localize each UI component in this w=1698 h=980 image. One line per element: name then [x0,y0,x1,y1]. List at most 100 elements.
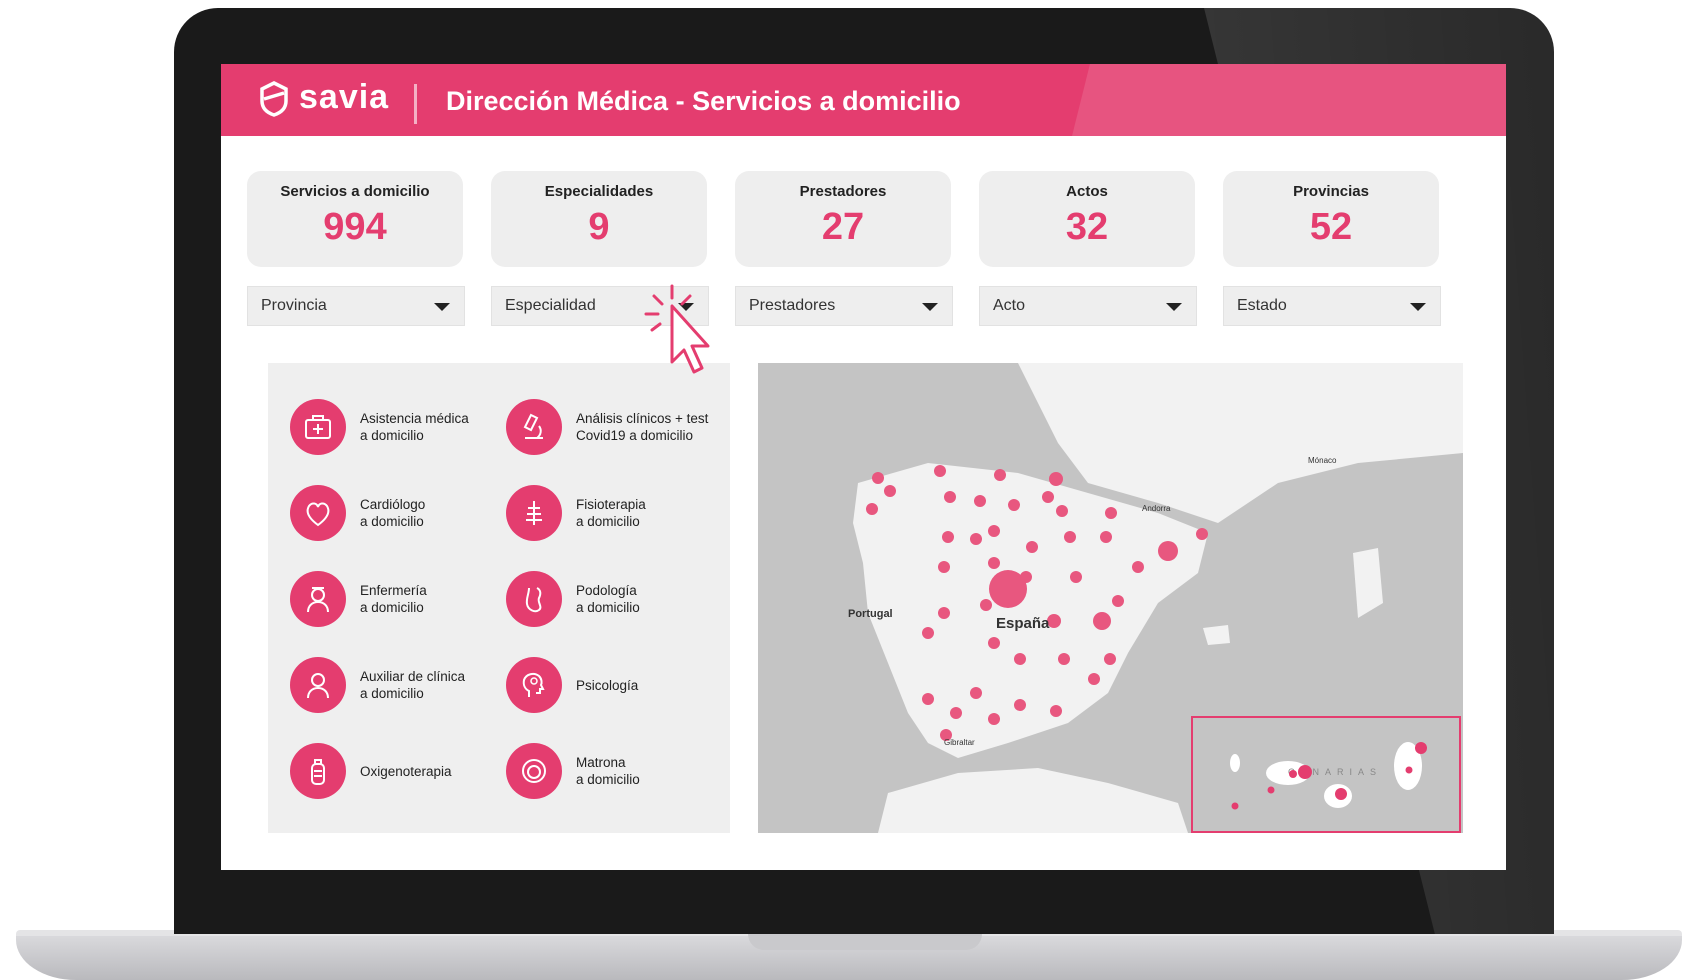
service-dot[interactable] [1050,705,1062,717]
service-dot[interactable] [988,557,1000,569]
header-bar: savia Dirección Médica - Servicios a dom… [221,64,1506,136]
service-dot[interactable] [1112,595,1124,607]
service-item[interactable]: Asistencia médica a domicilio [290,399,510,455]
service-dot[interactable] [872,472,884,484]
label-andorra: Andorra [1142,504,1171,513]
chevron-down-icon [1410,303,1426,311]
service-dot[interactable] [866,503,878,515]
service-dot[interactable] [884,485,896,497]
service-dot[interactable] [1008,499,1020,511]
service-dot[interactable] [922,627,934,639]
service-dot[interactable] [1049,472,1063,486]
service-dot[interactable] [1056,505,1068,517]
service-dot[interactable] [1104,653,1116,665]
spine-icon [506,485,562,541]
kpi-card-actos: Actos 32 [979,171,1195,267]
first-aid-kit-icon [290,399,346,455]
service-dot[interactable] [980,599,992,611]
header-reflection [1072,64,1506,136]
service-dot[interactable] [988,525,1000,537]
service-dot[interactable] [1105,507,1117,519]
service-dot[interactable] [970,533,982,545]
filter-label: Acto [993,297,1026,314]
savia-logo-icon [260,80,288,117]
service-dot[interactable] [1014,699,1026,711]
kpi-label: Provincias [1293,183,1369,200]
label-spain: España [996,615,1050,632]
kpi-label: Servicios a domicilio [280,183,430,200]
balearic-land [1203,625,1230,645]
mouse-cursor-icon [644,284,710,374]
microscope-icon [506,399,562,455]
service-item[interactable]: Podología a domicilio [506,571,726,627]
service-dot[interactable] [988,713,1000,725]
service-dot[interactable] [1058,653,1070,665]
service-dot[interactable] [1158,541,1178,561]
service-label: Matrona a domicilio [576,755,640,787]
service-dot[interactable] [1020,571,1032,583]
service-dot[interactable] [1196,528,1208,540]
service-dot[interactable] [1132,561,1144,573]
service-dot[interactable] [994,469,1006,481]
service-label: Asistencia médica a domicilio [360,411,469,443]
chevron-down-icon [434,303,450,311]
kpi-card-provincias: Provincias 52 [1223,171,1439,267]
service-label: Podología a domicilio [576,583,640,615]
service-item[interactable]: Matrona a domicilio [506,743,726,799]
service-item[interactable]: Cardiólogo a domicilio [290,485,510,541]
kpi-label: Actos [1066,183,1108,200]
chevron-down-icon [922,303,938,311]
service-dot[interactable] [1026,541,1038,553]
kpi-value: 994 [323,206,387,248]
filter-label: Especialidad [505,297,596,314]
brand-name: savia [299,78,390,116]
service-item[interactable]: Oxigenoterapia [290,743,510,799]
service-dot[interactable] [942,531,954,543]
service-dot[interactable] [934,465,946,477]
kpi-card-especialidades: Especialidades 9 [491,171,707,267]
heart-icon [290,485,346,541]
foot-icon [506,571,562,627]
service-label: Cardiólogo a domicilio [360,497,426,529]
filter-acto-dropdown[interactable]: Acto [979,286,1197,326]
service-item[interactable]: Enfermería a domicilio [290,571,510,627]
service-dot[interactable] [974,495,986,507]
header-divider [414,84,417,124]
canary-islands-inset[interactable]: CANARIAS [1191,716,1461,833]
service-dot[interactable] [1064,531,1076,543]
service-dot[interactable] [1093,612,1111,630]
service-dot[interactable] [1100,531,1112,543]
service-item[interactable]: Auxiliar de clínica a domicilio [290,657,510,713]
service-dot[interactable] [1042,491,1054,503]
filter-label: Provincia [261,297,327,314]
page-title: Dirección Médica - Servicios a domicilio [446,86,961,116]
canary-map-canvas: CANARIAS [1230,742,1427,810]
service-dot[interactable] [1014,653,1026,665]
service-dot[interactable] [988,637,1000,649]
kpi-label: Prestadores [799,183,887,200]
service-dot[interactable] [944,491,956,503]
service-label: Psicología [576,677,639,693]
service-dot[interactable] [970,687,982,699]
service-label: Enfermería a domicilio [360,583,427,615]
kpi-card-prestadores: Prestadores 27 [735,171,951,267]
savia-logo: savia [257,78,389,117]
service-dot[interactable] [1070,571,1082,583]
sardinia-land [1353,548,1383,618]
service-dot[interactable] [938,561,950,573]
filter-provincia-dropdown[interactable]: Provincia [247,286,465,326]
map-panel[interactable]: España Portugal Andorra Mónaco Gibraltar… [758,363,1463,833]
label-portugal: Portugal [848,608,893,620]
services-panel: Asistencia médica a domicilio Análisis c… [268,363,730,833]
service-dot[interactable] [1088,673,1100,685]
service-item[interactable]: Análisis clínicos + test Covid19 a domic… [506,399,726,455]
service-item[interactable]: Fisioterapia a domicilio [506,485,726,541]
filter-prestadores-dropdown[interactable]: Prestadores [735,286,953,326]
service-item[interactable]: Psicología [506,657,726,713]
service-dot[interactable] [922,693,934,705]
label-gibraltar: Gibraltar [944,738,975,747]
kpi-value: 52 [1309,206,1353,248]
service-dot[interactable] [938,607,950,619]
service-dot[interactable] [950,707,962,719]
filter-estado-dropdown[interactable]: Estado [1223,286,1441,326]
